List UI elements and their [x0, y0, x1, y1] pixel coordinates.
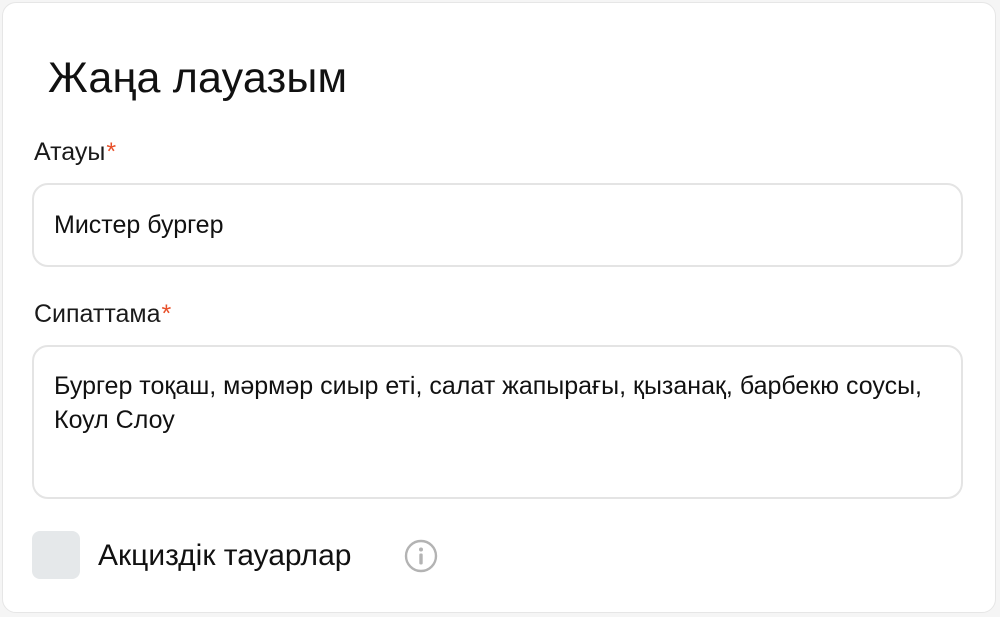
excise-goods-checkbox[interactable] [32, 531, 80, 579]
description-field-label: Сипаттама* [34, 299, 171, 329]
name-field-label: Атауы* [34, 137, 116, 167]
name-field-label-text: Атауы [34, 138, 106, 166]
info-icon[interactable] [404, 539, 438, 573]
required-mark: * [106, 138, 117, 166]
excise-goods-label: Акциздік тауарлар [98, 539, 352, 572]
required-mark: * [161, 300, 172, 328]
description-textarea[interactable]: Бургер тоқаш, мәрмәр сиыр еті, салат жап… [32, 345, 963, 499]
page-title: Жаңа лауазым [48, 54, 348, 102]
description-field-label-text: Сипаттама [34, 300, 161, 328]
name-input[interactable] [32, 183, 963, 267]
new-item-card: Жаңа лауазым Атауы* Сипаттама* Бургер то… [2, 2, 996, 613]
